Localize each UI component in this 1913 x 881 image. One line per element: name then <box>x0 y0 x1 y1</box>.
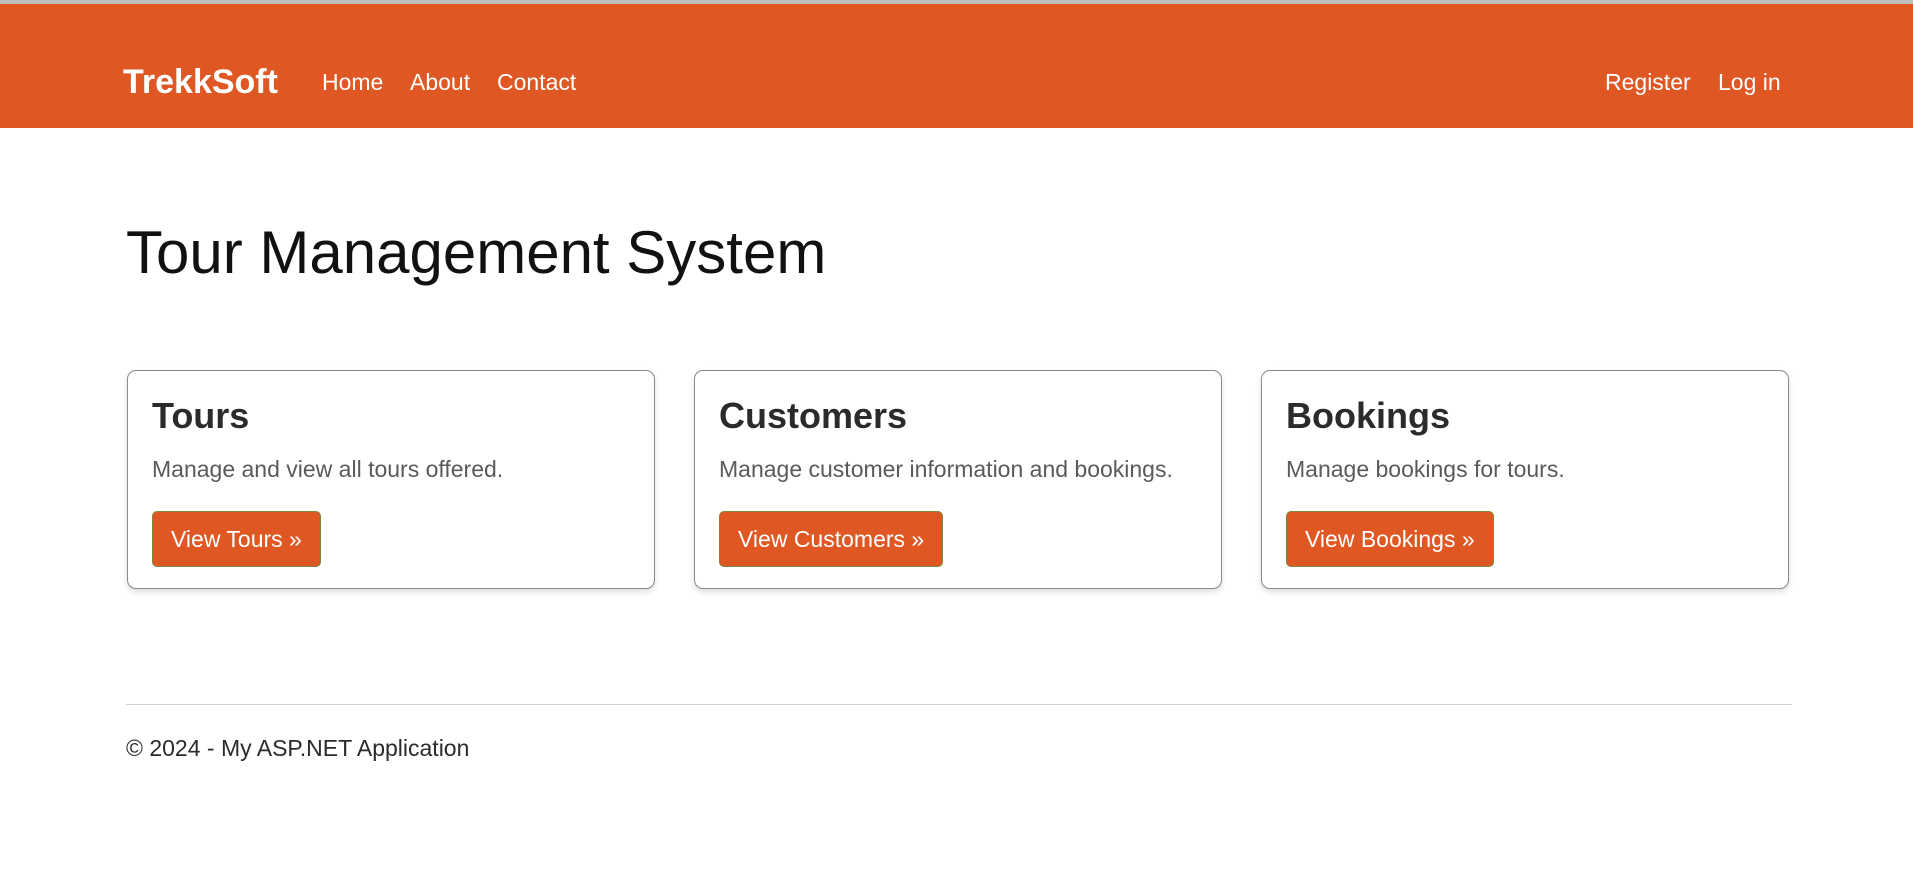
page-title: Tour Management System <box>126 219 827 286</box>
view-bookings-button[interactable]: View Bookings » <box>1286 511 1494 567</box>
register-link[interactable]: Register <box>1605 68 1691 96</box>
navbar: TrekkSoft Home About Contact Register Lo… <box>0 4 1913 128</box>
brand-logo-link[interactable]: TrekkSoft <box>123 62 278 102</box>
nav-link-home[interactable]: Home <box>322 68 383 96</box>
nav-link-contact[interactable]: Contact <box>497 68 576 96</box>
view-customers-button[interactable]: View Customers » <box>719 511 944 567</box>
card-title: Tours <box>152 395 250 436</box>
card-customers: Customers Manage customer information an… <box>694 370 1222 589</box>
card-description: Manage customer information and bookings… <box>719 456 1173 482</box>
login-link[interactable]: Log in <box>1718 68 1781 96</box>
card-title: Customers <box>719 395 908 436</box>
view-tours-button[interactable]: View Tours » <box>152 511 321 567</box>
card-tours: Tours Manage and view all tours offered.… <box>127 370 655 589</box>
card-bookings: Bookings Manage bookings for tours. View… <box>1261 370 1789 589</box>
footer-copyright: © 2024 - My ASP.NET Application <box>126 735 470 761</box>
card-title: Bookings <box>1286 395 1451 436</box>
card-description: Manage bookings for tours. <box>1286 456 1565 482</box>
footer-divider <box>126 704 1792 705</box>
card-description: Manage and view all tours offered. <box>152 456 504 482</box>
nav-link-about[interactable]: About <box>410 68 470 96</box>
